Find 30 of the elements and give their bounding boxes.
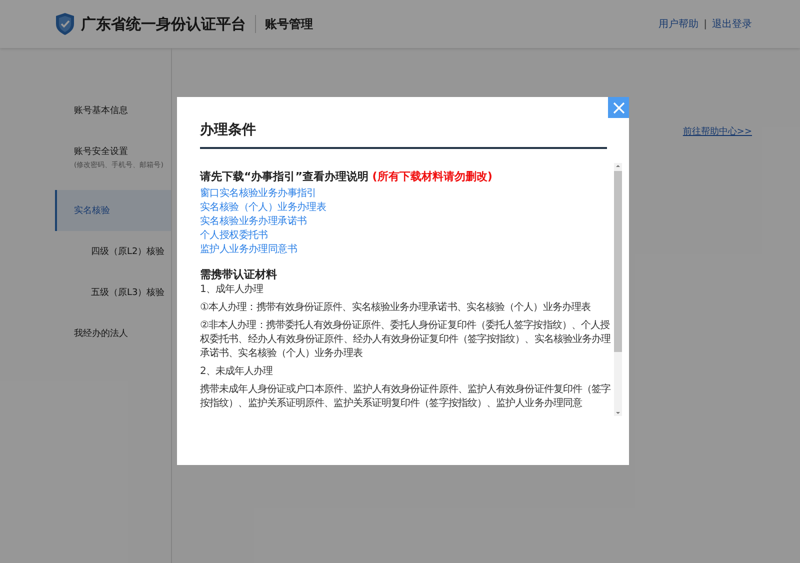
sidebar-item[interactable]: 账号基本信息 — [55, 96, 171, 125]
download-link[interactable]: 实名核验（个人）业务办理表 — [200, 201, 326, 215]
header-link[interactable]: 退出登录 — [712, 17, 752, 31]
sidebar-item[interactable]: 我经办的法人 — [55, 319, 171, 348]
download-link[interactable]: 窗口实名核验业务办事指引 — [200, 187, 316, 201]
close-button[interactable] — [608, 97, 629, 118]
sidebar-subitem[interactable]: 四级（原L2）核验 — [55, 237, 171, 266]
section-heading: 需携带认证材料 — [200, 267, 277, 282]
scroll-down-icon[interactable] — [614, 410, 622, 416]
paragraph: ②非本人办理：携带委托人有效身份证原件、委托人身份证复印件（委托人签字按指纹）、个人授权委托书、经办人有效身份证原件、经办人有效身份证复印件（签字按指纹）、实名核验业务办理承诺书、实名核验（个人）业务办理表 — [200, 319, 612, 361]
site-title: 广东省统一身份认证平台 — [81, 14, 246, 34]
help-center-link[interactable]: 前往帮助中心>> — [682, 125, 752, 138]
scroll-up-icon[interactable] — [614, 163, 622, 169]
link-separator: | — [704, 18, 707, 30]
paragraph: ①本人办理：携带有效身份证原件、实名核验业务办理承诺书、实名核验（个人）业务办理表 — [200, 301, 591, 315]
sidebar-subitem[interactable]: 五级（原L3）核验 — [55, 278, 171, 307]
section-title: 账号管理 — [265, 16, 313, 32]
paragraph: 携带未成年人身份证或户口本原件、监护人有效身份证件原件、监护人有效身份证件复印件（签字按指纹）、监护关系证明原件、监护关系证明复印件（签字按指纹）、监护人业务办理同意 — [200, 383, 612, 411]
paragraph: 2、未成年人办理 — [200, 365, 273, 379]
paragraph: 1、成年人办理 — [200, 283, 264, 297]
instruction-heading: 请先下载“办事指引”查看办理说明 (所有下载材料请勿删改) — [200, 169, 492, 184]
sidebar-item[interactable]: 实名核验 — [55, 190, 171, 231]
shield-check-icon — [55, 12, 75, 36]
download-link[interactable]: 监护人业务办理同意书 — [200, 243, 298, 257]
dialog-title: 办理条件 — [200, 121, 257, 139]
close-icon — [612, 102, 624, 114]
header-link[interactable]: 用户帮助 — [658, 17, 699, 31]
download-link[interactable]: 个人授权委托书 — [200, 229, 268, 243]
download-link[interactable]: 实名核验业务办理承诺书 — [200, 215, 307, 229]
scrollbar[interactable] — [614, 163, 622, 416]
